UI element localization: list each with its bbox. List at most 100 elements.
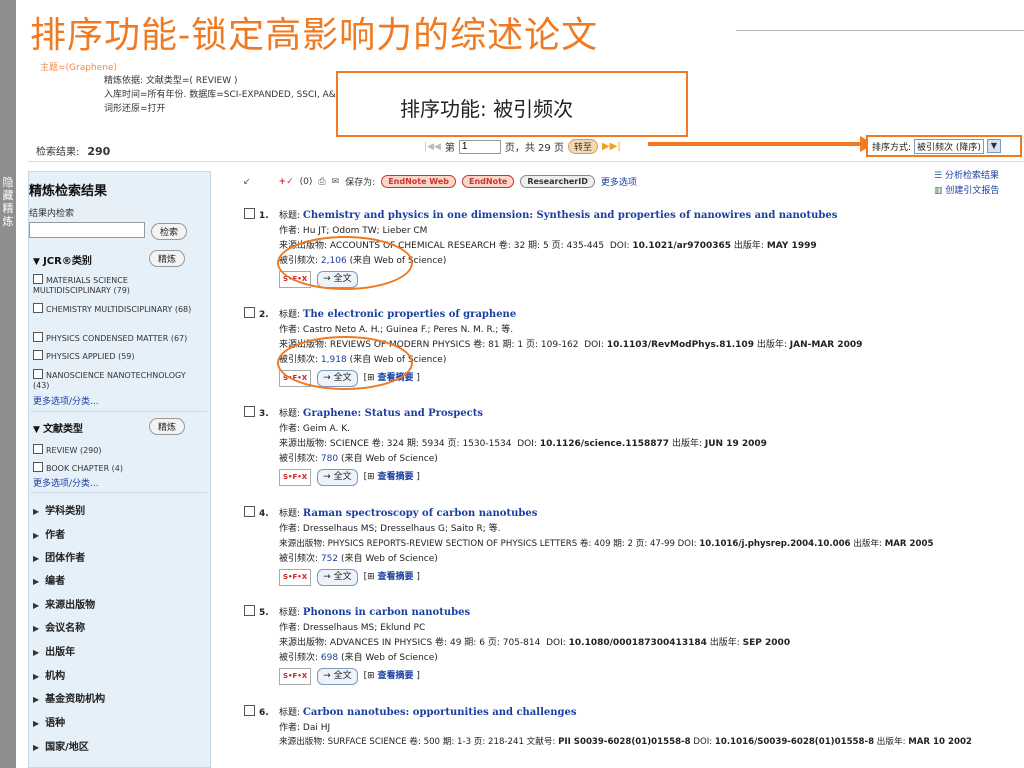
abstract-toggle[interactable]: [⊞ 查看摘要 ] [364, 669, 420, 684]
jcr-option[interactable]: PHYSICS CONDENSED MATTER (67) [33, 332, 203, 344]
record-authors: Dresselhaus MS; Dresselhaus G; Saito R; … [302, 524, 501, 534]
jcr-option[interactable]: NANOSCIENCE NANOTECHNOLOGY (43) [33, 369, 203, 391]
checkbox[interactable] [33, 303, 43, 313]
facet-item[interactable]: ▶ 机构 [33, 667, 209, 682]
hide-refine-tab[interactable]: 隐藏精炼 [1, 176, 15, 228]
checkbox[interactable] [33, 350, 43, 360]
checkbox[interactable] [33, 332, 43, 342]
jcr-option[interactable]: MATERIALS SCIENCE MULTIDISCIPLINARY (79) [33, 274, 203, 296]
facet-item[interactable]: ▶ 国家/地区 [33, 738, 209, 753]
page-input[interactable] [458, 139, 501, 154]
abstract-label: 查看摘要 [377, 671, 414, 681]
facet-item[interactable]: ▶ 语种 [33, 714, 209, 729]
sfx-button[interactable]: S•F•X [279, 469, 312, 486]
endnote-button[interactable]: EndNote [462, 175, 515, 188]
checkbox[interactable] [33, 274, 43, 284]
field-label: 标题: [279, 509, 301, 519]
field-label: 出版年: [733, 241, 764, 251]
field-label: 期: [406, 439, 419, 449]
record-volume: 81 [488, 340, 500, 350]
field-label: 页: [473, 737, 486, 747]
record-title[interactable]: Carbon nanotubes: opportunities and chal… [303, 707, 577, 718]
record-title[interactable]: The electronic properties of graphene [303, 309, 516, 320]
marked-list-icon[interactable]: +✓ [279, 177, 294, 187]
record-doi: 10.1126/science.1158877 [539, 439, 670, 449]
facet-item[interactable]: ▶ 作者 [33, 526, 209, 541]
record-checkbox[interactable] [244, 605, 255, 616]
times-cited-link[interactable]: 752 [321, 554, 338, 564]
record-article-number: PII S0039-6028(01)01558-8 [558, 737, 691, 747]
doctype-option[interactable]: BOOK CHAPTER (4) [33, 462, 203, 474]
record-issue: 1 [517, 340, 524, 350]
record-volume: 500 [423, 737, 441, 747]
record-checkbox[interactable] [244, 705, 255, 716]
record-checkbox[interactable] [244, 307, 255, 318]
next-page-icon[interactable]: ▶▶| [602, 141, 621, 152]
more-options-link[interactable]: 更多选项/分类... [33, 394, 99, 407]
fulltext-button[interactable]: → 全文 [317, 469, 358, 486]
facet-item[interactable]: ▶ 基金资助机构 [33, 690, 209, 705]
facet-item[interactable]: ▶ 出版年 [33, 643, 209, 658]
go-button[interactable]: 转至 [567, 139, 598, 154]
jcr-option[interactable]: PHYSICS APPLIED (59) [33, 350, 203, 362]
record-checkbox[interactable] [244, 406, 255, 417]
analyze-results-link[interactable]: ☰ 分析检索结果 [934, 169, 999, 184]
jcr-option[interactable]: CHEMISTRY MULTIDISCIPLINARY (68) [33, 303, 203, 315]
citation-report-link[interactable]: ▥ 创建引文报告 [934, 184, 999, 199]
endnote-web-button[interactable]: EndNote Web [381, 175, 456, 188]
chevron-down-icon[interactable]: ▼ [986, 139, 1001, 153]
record-title[interactable]: Graphene: Status and Prospects [303, 408, 483, 419]
record-doi: 10.1080/000187300413184 [568, 638, 707, 648]
record-pages: 218-241 [488, 737, 524, 747]
more-options-link[interactable]: 更多选项/分类... [33, 476, 99, 489]
print-icon[interactable]: ⎙ [318, 177, 325, 187]
doctype-title-text: 文献类型 [43, 424, 84, 435]
doctype-option[interactable]: REVIEW (290) [33, 444, 203, 456]
sort-control: 排序方式: 被引频次 (降序) ▼ [866, 135, 1022, 157]
abstract-toggle[interactable]: [⊞ 查看摘要 ] [364, 470, 420, 485]
facet-item[interactable]: ▶ 来源出版物 [33, 596, 209, 611]
search-query-partial: 主题=(Graphene) [40, 63, 117, 73]
select-all-arrow-icon[interactable]: ↙ [243, 177, 251, 187]
facet-item[interactable]: ▶ 会议名称 [33, 619, 209, 634]
more-options-link[interactable]: 更多选项 [601, 175, 637, 188]
field-label: 出版年: [756, 340, 787, 350]
checkbox[interactable] [33, 462, 43, 472]
caret-right-icon: ▶ [33, 507, 40, 516]
record-checkbox[interactable] [244, 208, 255, 219]
record-title[interactable]: Phonons in carbon nanotubes [303, 607, 470, 618]
bar-chart-icon: ▥ [934, 186, 946, 196]
record-index: 1. [259, 211, 269, 221]
plus-icon: ⊞ [367, 572, 375, 582]
record-checkbox[interactable] [244, 506, 255, 517]
times-cited-link[interactable]: 698 [321, 653, 338, 663]
results-label: 检索结果: [36, 147, 80, 158]
search-within-button[interactable]: 检索 [151, 223, 188, 240]
refine-button-doctype[interactable]: 精炼 [149, 418, 186, 435]
facet-item[interactable]: ▶ 学科类别 [33, 502, 209, 517]
refine-button-jcr[interactable]: 精炼 [149, 250, 186, 267]
sort-label: 排序方式: [872, 142, 912, 153]
first-page-icon[interactable]: |◀◀ [424, 142, 441, 152]
caret-right-icon: ▶ [33, 743, 40, 752]
fulltext-button[interactable]: → 全文 [317, 569, 358, 586]
times-cited-link[interactable]: 780 [321, 454, 338, 464]
within-search-input[interactable] [29, 222, 145, 238]
field-label: 作者: [279, 226, 301, 236]
sfx-button[interactable]: S•F•X [279, 668, 312, 685]
fulltext-button[interactable]: → 全文 [317, 668, 358, 685]
abstract-toggle[interactable]: [⊞ 查看摘要 ] [364, 570, 420, 585]
email-icon[interactable]: ✉ [332, 177, 340, 187]
sfx-button[interactable]: S•F•X [279, 569, 312, 586]
facet-item[interactable]: ▶ 编者 [33, 572, 209, 587]
facet-item[interactable]: ▶ 团体作者 [33, 549, 209, 564]
sort-select[interactable]: 被引频次 (降序) [914, 138, 984, 154]
record-title[interactable]: Chemistry and physics in one dimension: … [303, 210, 837, 221]
record-title[interactable]: Raman spectroscopy of carbon nanotubes [303, 508, 537, 519]
field-label: 标题: [279, 708, 301, 718]
record-index: 6. [259, 708, 269, 718]
researcherid-button[interactable]: ResearcherID [520, 175, 595, 188]
checkbox[interactable] [33, 369, 43, 379]
checkbox[interactable] [33, 444, 43, 454]
record-source: PHYSICS REPORTS-REVIEW SECTION OF PHYSIC… [327, 539, 578, 549]
